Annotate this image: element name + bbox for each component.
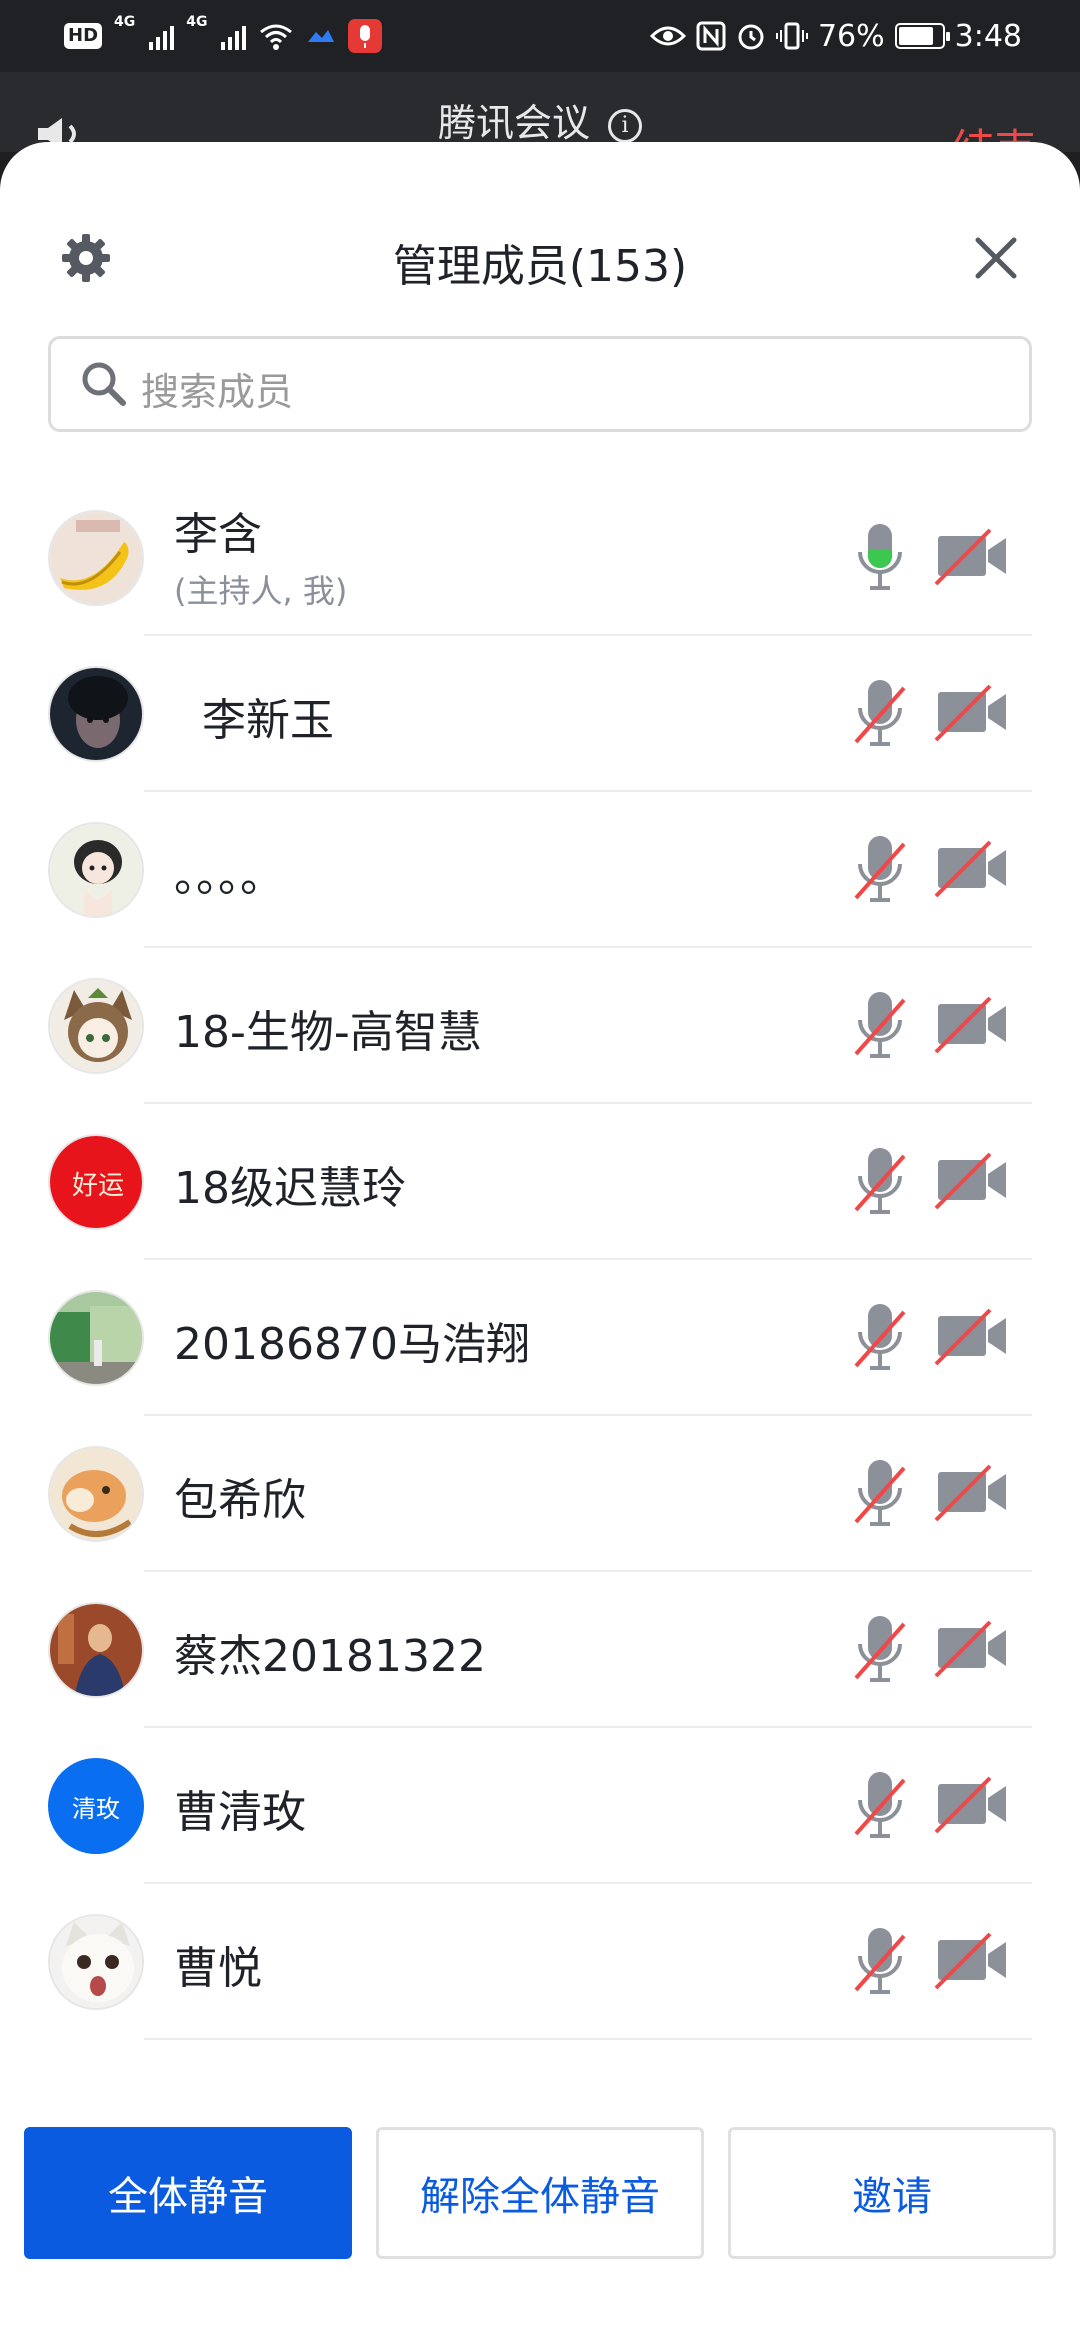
member-name: 18-生物-高智慧 <box>174 1007 482 1058</box>
hd-icon: HD <box>64 23 103 49</box>
mic-muted-icon[interactable] <box>852 830 908 910</box>
unmute-all-button[interactable]: 解除全体静音 <box>376 2127 704 2259</box>
camera-off-icon[interactable] <box>934 526 1010 586</box>
battery-icon <box>894 23 950 49</box>
member-name: 曹悦 <box>174 1943 262 1994</box>
member-row[interactable]: 18-生物-高智慧 <box>0 948 1080 1104</box>
member-row[interactable]: 20186870马浩翔 <box>0 1260 1080 1416</box>
member-row[interactable]: 清玫 曹清玫 <box>0 1728 1080 1884</box>
network-type-2: 4G <box>186 14 208 30</box>
close-icon[interactable] <box>968 230 1024 286</box>
search-icon <box>82 362 126 406</box>
alarm-icon <box>738 24 764 50</box>
eye-icon <box>649 26 686 46</box>
avatar[interactable] <box>48 1914 144 2010</box>
meeting-header: 腾讯会议i 结束 <box>0 72 1080 174</box>
member-row[interactable]: 。。。。 <box>0 792 1080 948</box>
avatar[interactable] <box>48 978 144 1074</box>
camera-off-icon[interactable] <box>934 1618 1010 1678</box>
camera-off-icon[interactable] <box>934 1150 1010 1210</box>
meeting-title: 腾讯会议 i <box>0 92 1080 147</box>
nfc-icon <box>696 21 726 51</box>
member-name: 20186870马浩翔 <box>174 1319 530 1370</box>
avatar[interactable]: 好运 <box>48 1134 144 1230</box>
status-left: HD 4G 4G <box>64 14 383 58</box>
recording-mic-icon <box>348 19 383 53</box>
member-name: 18级迟慧玲 <box>174 1163 406 1214</box>
mic-muted-icon[interactable] <box>852 1454 908 1534</box>
signal-1-icon <box>149 22 175 50</box>
clock: 3:48 <box>954 18 1022 54</box>
member-row[interactable]: 好运 18级迟慧玲 <box>0 1104 1080 1260</box>
camera-off-icon[interactable] <box>934 838 1010 898</box>
member-name: 李新玉 <box>174 695 334 746</box>
member-row[interactable]: 李含 (主持人, 我) <box>0 480 1080 636</box>
info-icon[interactable]: i <box>608 109 642 143</box>
mic-muted-icon[interactable] <box>852 674 908 754</box>
app-notification-icon <box>308 30 335 42</box>
mic-muted-icon[interactable] <box>852 986 908 1066</box>
meeting-title-text: 腾讯会议 <box>437 101 590 145</box>
member-name: 。。。。 <box>174 851 284 902</box>
vibrate-icon <box>775 22 808 50</box>
camera-off-icon[interactable] <box>934 1930 1010 1990</box>
member-name: 包希欣 <box>174 1475 306 1526</box>
member-name: 李含 <box>174 509 262 560</box>
mic-muted-icon[interactable] <box>852 1298 908 1378</box>
avatar[interactable] <box>48 510 144 606</box>
signal-2-icon <box>221 22 247 50</box>
mic-muted-icon[interactable] <box>852 1610 908 1690</box>
member-row[interactable]: 李新玉 <box>0 636 1080 792</box>
action-bar: 全体静音 解除全体静音 邀请 <box>0 2105 1080 2259</box>
sheet-header: 管理成员(153) <box>0 142 1080 318</box>
search-input[interactable]: 搜索成员 <box>48 336 1032 432</box>
avatar[interactable] <box>48 1290 144 1386</box>
mic-muted-icon[interactable] <box>852 1142 908 1222</box>
member-list: 李含 (主持人, 我) 李新玉。。。。 18-生物-高智慧好运 18级迟慧玲 20186… <box>0 480 1080 2040</box>
member-row[interactable]: 包希欣 <box>0 1416 1080 1572</box>
row-divider <box>144 2038 1032 2040</box>
svg-text:好运: 好运 <box>72 1171 124 1201</box>
search-placeholder: 搜索成员 <box>141 370 294 414</box>
camera-off-icon[interactable] <box>934 1774 1010 1834</box>
avatar[interactable] <box>48 1602 144 1698</box>
mic-on-icon[interactable] <box>852 518 908 598</box>
status-bar: HD 4G 4G 76% 3:48 <box>0 0 1080 72</box>
avatar[interactable] <box>48 1446 144 1542</box>
camera-off-icon[interactable] <box>934 1462 1010 1522</box>
member-row[interactable]: 蔡杰20181322 <box>0 1572 1080 1728</box>
member-role: (主持人, 我) <box>174 572 348 610</box>
camera-off-icon[interactable] <box>934 682 1010 742</box>
avatar-initials: 清玫 <box>72 1794 120 1823</box>
network-type-1: 4G <box>114 14 136 30</box>
battery-percent: 76% <box>817 18 885 54</box>
member-row[interactable]: 曹悦 <box>0 1884 1080 2040</box>
sheet-title: 管理成员(153) <box>392 241 688 292</box>
avatar[interactable] <box>48 666 144 762</box>
avatar[interactable]: 清玫 <box>48 1758 144 1854</box>
status-right: 76% 3:48 <box>649 14 1022 58</box>
manage-members-sheet: 管理成员(153) 搜索成员 李含 (主持人, 我) 李新玉。。。。 18-生物-高… <box>0 142 1080 2340</box>
camera-off-icon[interactable] <box>934 1306 1010 1366</box>
member-name: 曹清玫 <box>174 1787 306 1838</box>
mic-muted-icon[interactable] <box>852 1766 908 1846</box>
mute-all-button[interactable]: 全体静音 <box>24 2127 352 2259</box>
avatar[interactable] <box>48 822 144 918</box>
invite-button[interactable]: 邀请 <box>728 2127 1056 2259</box>
camera-off-icon[interactable] <box>934 994 1010 1054</box>
wifi-icon <box>260 24 293 50</box>
mic-muted-icon[interactable] <box>852 1922 908 2002</box>
member-name: 蔡杰20181322 <box>174 1631 486 1682</box>
